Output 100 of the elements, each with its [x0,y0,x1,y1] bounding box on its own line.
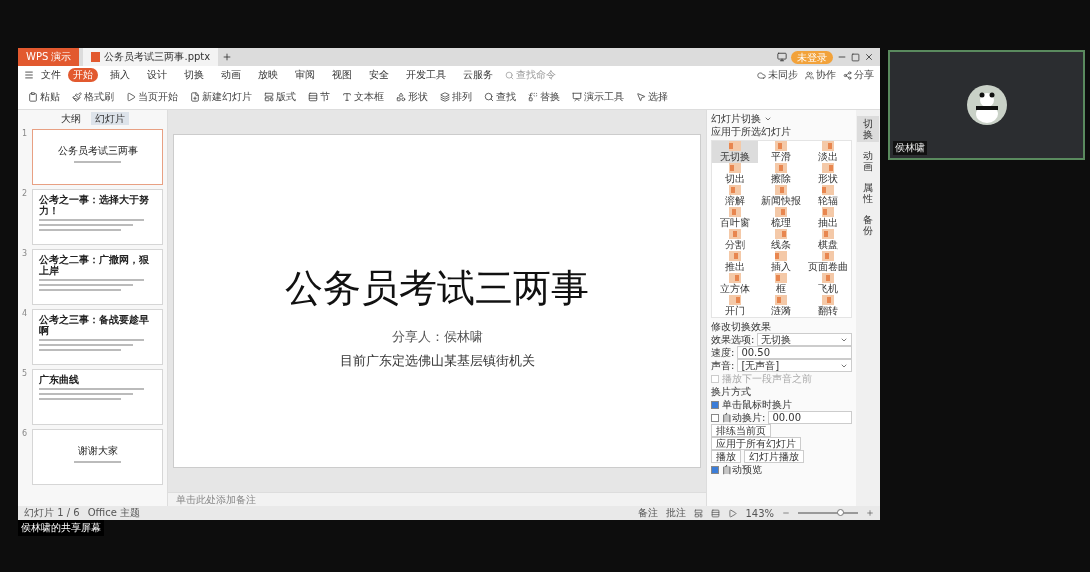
file-menu[interactable]: 文件 [41,68,61,82]
ribbon-tab[interactable]: 云服务 [458,68,498,82]
transition-preview-icon [821,163,834,173]
notes-toggle[interactable]: 备注 [638,506,659,520]
header-action[interactable]: 协作 [805,68,836,82]
transition-option[interactable]: 擦除 [758,163,805,185]
side-tab[interactable]: 切换 [857,116,879,142]
ribbon-tool[interactable]: 粘贴 [28,89,60,104]
ribbon-tool[interactable]: 节 [308,89,330,104]
slide-presenter: 分享人：侯林啸 [391,327,483,346]
ribbon-tab[interactable]: 安全 [364,68,394,82]
new-tab-icon[interactable] [222,52,233,62]
transition-option[interactable]: 棋盘 [804,229,851,251]
checkbox[interactable] [711,465,719,474]
ribbon-tool[interactable]: 版式 [264,89,296,104]
transition-option[interactable]: 新闻快报 [758,185,805,207]
transition-option[interactable]: 抽出 [804,207,851,229]
effect-dropdown[interactable]: 无切换 [757,333,852,346]
slide-thumbnail[interactable]: 公考之二事：广撒网，狠上岸 [32,249,163,305]
transition-option[interactable]: 立方体 [712,273,759,295]
transition-option[interactable]: 溶解 [712,185,759,207]
ribbon-tab[interactable]: 视图 [327,68,357,82]
sound-dropdown[interactable]: [无声音] [737,359,852,372]
panel-tab[interactable]: 幻灯片 [90,112,129,125]
ribbon-tab[interactable]: 插入 [105,68,135,82]
transition-option[interactable]: 插入 [758,251,805,273]
slide-number: 2 [22,189,29,200]
transition-option[interactable]: 推出 [712,251,759,273]
ribbon-tool[interactable]: 演示工具 [572,89,624,104]
document-tab[interactable]: 公务员考试三两事.pptx [83,48,219,66]
panda-avatar-icon [966,85,1007,125]
ribbon-tool[interactable]: 选择 [636,89,668,104]
zoom-slider-thumb[interactable] [837,509,844,516]
slideshow-button[interactable]: 幻灯片播放 [744,450,804,463]
transition-option[interactable]: 切出 [712,163,759,185]
transition-option[interactable]: 无切换 [712,141,759,163]
menu-icon[interactable] [24,70,34,80]
ribbon-tool[interactable]: 替换 [528,89,560,104]
app-tab[interactable]: WPS 演示 [18,48,80,66]
ribbon-tab[interactable]: 审阅 [290,68,320,82]
side-tab[interactable]: 动画 [857,148,879,174]
transition-option[interactable]: 涟漪 [758,295,805,317]
monitor-icon[interactable] [777,52,787,62]
transition-option[interactable]: 页面卷曲 [804,251,851,273]
transition-option[interactable]: 平滑 [758,141,805,163]
ribbon-tab[interactable]: 设计 [142,68,172,82]
ribbon-tool[interactable]: 形状 [396,89,428,104]
play-icon[interactable] [728,508,738,518]
maximize-icon[interactable] [851,52,860,62]
ribbon-tab[interactable]: 动画 [216,68,246,82]
ribbon-tab[interactable]: 放映 [253,68,283,82]
header-action[interactable]: 分享 [843,68,874,82]
ribbon-tool[interactable]: 新建幻灯片 [190,89,252,104]
transition-option[interactable]: 梳理 [758,207,805,229]
transition-option[interactable]: 飞机 [804,273,851,295]
checkbox[interactable] [711,400,719,409]
pointer-icon [636,91,646,102]
side-tab[interactable]: 属性 [857,180,879,206]
close-icon[interactable] [864,52,874,62]
transition-option[interactable]: 框 [758,273,805,295]
ribbon-tab[interactable]: 切换 [179,68,209,82]
transition-preview-icon [775,251,788,261]
speed-field[interactable]: 00.50 [737,346,852,359]
side-tab[interactable]: 备份 [857,212,879,238]
header-action[interactable]: 未同步 [757,68,798,82]
slide-thumbnail[interactable]: 谢谢大家 [32,429,163,485]
slide-thumbnail[interactable]: 公考之一事：选择大于努力！ [32,189,163,245]
ribbon-tool[interactable]: 格式刷 [72,89,114,104]
panel-button[interactable]: 排练当前页 [711,424,771,437]
transition-option[interactable]: 开门 [712,295,759,317]
slide-thumbnail[interactable]: 公考之三事：备战要趁早啊 [32,309,163,365]
checkbox[interactable] [711,413,719,422]
panel-button[interactable]: 应用于所有幻灯片 [711,437,801,450]
panel-tab[interactable]: 大纲 [56,112,85,125]
ribbon-tab[interactable]: 开发工具 [401,68,451,82]
transition-option[interactable]: 百叶窗 [712,207,759,229]
auto-advance-field[interactable]: 00.00 [768,411,852,424]
transition-option[interactable]: 淡出 [804,141,851,163]
checkbox-label: 单击鼠标时换片 [722,398,792,411]
transition-option[interactable]: 翻转 [804,295,851,317]
normal-view-icon[interactable] [694,508,704,518]
play-button[interactable]: 播放 [711,450,741,463]
comments-toggle[interactable]: 批注 [666,506,687,520]
transition-preview-icon [775,185,788,195]
ribbon-tool[interactable]: 文本框 [342,89,384,104]
sorter-view-icon[interactable] [711,508,721,518]
slide-thumbnail[interactable]: 广东曲线 [32,369,163,425]
transition-preview-icon [775,295,788,305]
ribbon-tool[interactable]: 查找 [484,89,516,104]
ribbon-tool[interactable]: 排列 [440,89,472,104]
ribbon-tab[interactable]: 开始 [68,68,98,82]
ribbon-tool[interactable]: 当页开始 [126,89,178,104]
zoom-in-icon[interactable] [866,509,874,517]
slide-subtitle: 目前广东定选佛山某基层镇街机关 [339,351,535,370]
transition-option[interactable]: 轮辐 [804,185,851,207]
transition-option[interactable]: 形状 [804,163,851,185]
transition-option[interactable]: 线条 [758,229,805,251]
slide-number: 5 [22,369,29,380]
transition-option[interactable]: 分割 [712,229,759,251]
slide-thumbnail[interactable]: 公务员考试三两事 [32,129,163,185]
